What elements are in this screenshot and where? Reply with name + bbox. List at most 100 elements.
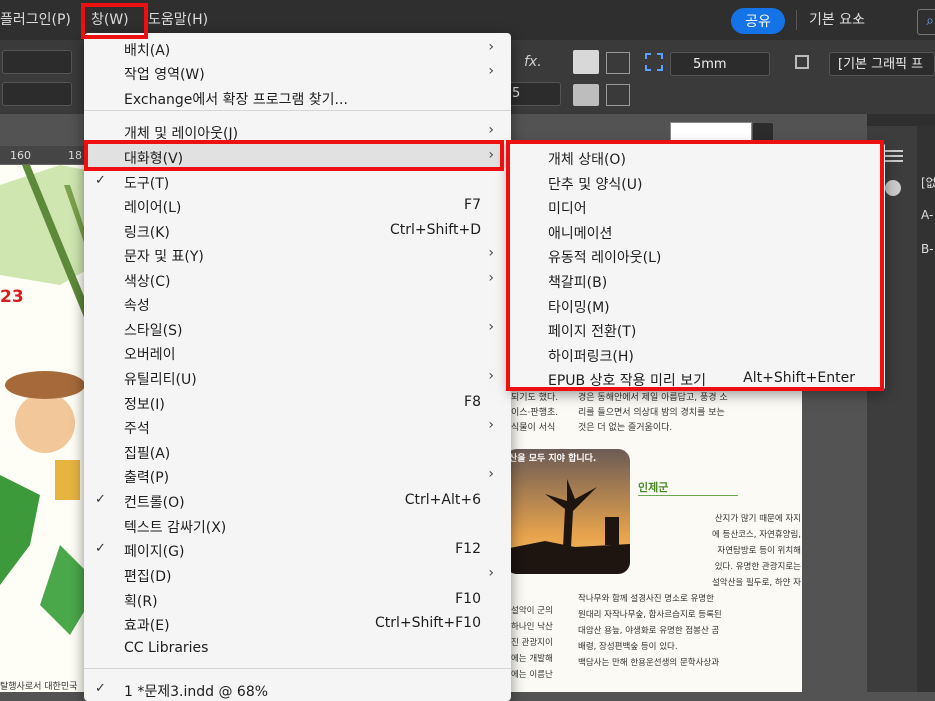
chevron-right-icon: › <box>488 319 494 335</box>
frame-fitting-icon[interactable] <box>645 53 663 71</box>
menu-item-label: EPUB 상호 작용 미리 보기 <box>548 373 706 390</box>
ruler-tick: 160 <box>10 149 31 162</box>
align-icon[interactable] <box>573 50 599 74</box>
menu-item-label: Exchange에서 확장 프로그램 찾기... <box>124 92 348 108</box>
interactive-submenu-item[interactable]: EPUB 상호 작용 미리 보기 Alt+Shift+Enter <box>510 366 885 390</box>
effects-fx-icon[interactable]: fx. <box>524 54 542 70</box>
body-text-line: 배령, 장성편백숲 등이 있다. <box>578 642 678 652</box>
interactive-submenu-item[interactable]: 책갈피(B) <box>510 268 885 292</box>
window-menu-item[interactable]: 오버레이 <box>84 340 511 364</box>
menu-item-label: 컨트롤(O) <box>124 495 185 511</box>
window-menu-item[interactable]: 획(R) F10 <box>84 587 511 611</box>
interactive-submenu-item[interactable]: 애니메이션 <box>510 219 885 243</box>
panel-label[interactable]: B- <box>921 242 934 256</box>
window-menu-item[interactable]: ✓ 도구(T) <box>84 169 511 193</box>
menu-help[interactable]: 도움말(H) <box>148 9 208 29</box>
menu-item-shortcut: Ctrl+Alt+6 <box>404 492 481 508</box>
interactive-submenu-item[interactable]: 하이퍼링크(H) <box>510 342 885 366</box>
object-style-field[interactable]: [기본 그래픽 프 <box>829 52 935 76</box>
value-field[interactable]: 5 <box>509 82 561 106</box>
text-column-1: 되기도 했다. 이스·판행초. 식물이 서식 <box>511 391 558 436</box>
menu-item-label: 페이지(G) <box>124 544 185 560</box>
body-text-line: 자연탐방로 등이 위치해 <box>717 546 801 556</box>
interactive-submenu-item[interactable]: 개체 상태(O) <box>510 145 885 169</box>
ruler-tick: 18 <box>68 149 82 162</box>
stroke-weight-field[interactable]: 5mm <box>670 52 770 76</box>
divider <box>638 495 738 496</box>
window-menu-item[interactable]: ✓ 페이지(G) F12 <box>84 537 511 561</box>
menu-item-label: 배치(A) <box>124 43 171 59</box>
align-top-icon[interactable] <box>606 84 630 106</box>
align-bottom-icon[interactable] <box>573 84 599 106</box>
menu-item-label: 속성 <box>124 298 150 314</box>
search-icon[interactable]: ⌕ <box>917 9 935 35</box>
interactive-submenu-item[interactable]: 페이지 전환(T) <box>510 317 885 341</box>
menu-item-shortcut: F10 <box>455 591 481 607</box>
share-button[interactable]: 공유 <box>731 8 785 34</box>
window-menu-item[interactable]: 레이어(L) F7 <box>84 193 511 217</box>
window-menu-item[interactable]: 대화형(V) › <box>84 144 511 168</box>
text-column-2: 경은 동해안에서 제일 아름답고, 풍경 소 리를 들으면서 의상대 밤의 경치… <box>578 391 728 436</box>
interactive-submenu: 개체 상태(O) 단추 및 양식(U) 미디어 애니메이션 유동적 레이아웃(L) 책갈피… <box>510 143 885 390</box>
menu-item-shortcut: Ctrl+Shift+F10 <box>374 615 481 631</box>
chevron-right-icon: › <box>488 466 494 482</box>
window-menu-item[interactable]: 스타일(S) › <box>84 316 511 340</box>
menu-item-label: 타이밍(M) <box>548 299 610 316</box>
menu-item-label: 레이어(L) <box>124 200 182 216</box>
menu-item-label: 개체 및 레이아웃(J) <box>124 126 239 142</box>
window-menu-item[interactable]: 텍스트 감싸기(X) <box>84 513 511 537</box>
menu-separator <box>84 110 511 111</box>
window-menu-item[interactable]: 속성 <box>84 291 511 315</box>
panel-label[interactable]: [없 <box>921 174 935 191</box>
window-menu-item[interactable]: ✓ 1 *문제3.indd @ 68% <box>84 677 511 701</box>
menu-item-label: 문자 및 표(Y) <box>124 249 204 265</box>
interactive-submenu-item[interactable]: 미디어 <box>510 194 885 218</box>
window-menu-item[interactable]: 작업 영역(W) › <box>84 60 511 84</box>
window-menu-item[interactable]: 개체 및 레이아웃(J) › <box>84 119 511 143</box>
color-palette-icon[interactable] <box>885 180 901 196</box>
text-column-4: 작나무와 함께 설경사진 명소로 유명한 원대리 자작나무숲, 합사르습지로 등… <box>578 591 722 671</box>
window-menu-item[interactable]: 효과(E) Ctrl+Shift+F10 <box>84 611 511 635</box>
body-text-line: 에 등산코스, 자연휴양림, <box>711 530 801 540</box>
menu-item-label: 스타일(S) <box>124 323 183 339</box>
object-style-icon[interactable] <box>795 55 809 69</box>
window-menu-item[interactable]: 링크(K) Ctrl+Shift+D <box>84 218 511 242</box>
window-menu-item[interactable]: 출력(P) › <box>84 463 511 487</box>
interactive-submenu-item[interactable]: 타이밍(M) <box>510 293 885 317</box>
body-text-line: 백담사는 만해 한용운선생의 문학사상과 <box>578 658 720 668</box>
distribute-icon[interactable] <box>606 52 630 74</box>
window-menu-item[interactable]: 색상(C) › <box>84 267 511 291</box>
reference-point-y-field[interactable] <box>2 82 72 106</box>
window-menu-item[interactable]: Exchange에서 확장 프로그램 찾기... <box>84 85 511 109</box>
panel-label[interactable]: A- <box>921 208 933 222</box>
panel-collapse-bar[interactable] <box>867 114 935 126</box>
window-menu-item[interactable]: ✓ 컨트롤(O) Ctrl+Alt+6 <box>84 488 511 512</box>
window-menu-item[interactable]: 정보(I) F8 <box>84 390 511 414</box>
body-text-line: 작나무와 함께 설경사진 명소로 유명한 <box>578 594 714 604</box>
menu-icon[interactable] <box>883 150 903 152</box>
window-menu-item[interactable]: 편집(D) › <box>84 562 511 586</box>
chevron-right-icon: › <box>488 39 494 55</box>
chevron-right-icon: › <box>488 245 494 261</box>
menu-item-label: 색상(C) <box>124 274 171 290</box>
window-menu-item[interactable]: 유틸리티(U) › <box>84 365 511 389</box>
menu-item-label: 개체 상태(O) <box>548 152 626 168</box>
body-text-line: 진 관광지이 <box>511 638 553 648</box>
menu-plugins[interactable]: 플러그인(P) <box>0 9 71 29</box>
chevron-down-icon[interactable]: ⌄ <box>852 9 864 25</box>
window-menu: 배치(A) › 작업 영역(W) › Exchange에서 확장 프로그램 찾기... 개… <box>84 33 511 701</box>
menu-item-label: 획(R) <box>124 594 158 610</box>
window-menu-item[interactable]: 집필(A) <box>84 439 511 463</box>
window-menu-item[interactable]: 문자 및 표(Y) › <box>84 242 511 266</box>
reference-point-x-field[interactable] <box>2 50 72 74</box>
interactive-submenu-item[interactable]: 단추 및 양식(U) <box>510 170 885 194</box>
menu-item-label: 편집(D) <box>124 569 172 585</box>
interactive-submenu-item[interactable]: 유동적 레이아웃(L) <box>510 243 885 267</box>
menu-window[interactable]: 창(W) <box>91 9 129 29</box>
window-menu-item[interactable]: 주석 › <box>84 414 511 438</box>
menu-item-label: 책갈피(B) <box>548 275 608 291</box>
window-menu-item[interactable]: CC Libraries <box>84 636 511 660</box>
checkmark-icon: ✓ <box>95 492 106 507</box>
window-menu-item[interactable]: 배치(A) › <box>84 36 511 60</box>
chevron-right-icon: › <box>488 368 494 384</box>
